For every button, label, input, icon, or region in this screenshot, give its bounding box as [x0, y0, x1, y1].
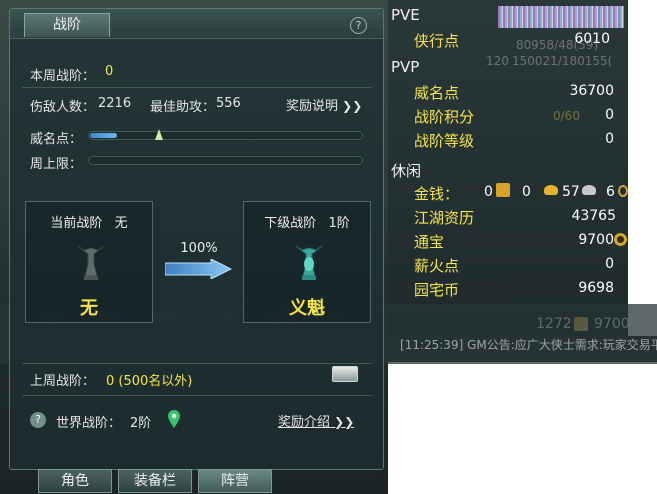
battle-rank-panel: 战阶 ? 本周战阶： 0 伤敌人数： 2216 最佳助攻： 556 奖励说明 ❯…: [9, 8, 384, 470]
next-rank-heading: 下级战阶 1阶: [244, 212, 370, 231]
chevron-right-icon: ❯❯: [342, 99, 363, 113]
divider: [22, 395, 372, 396]
current-rank-heading: 当前战阶 无: [26, 212, 152, 231]
fame-progress-fill: [90, 133, 117, 138]
help-icon[interactable]: ?: [350, 17, 367, 34]
screen-edge-blank-bottom: [388, 362, 657, 494]
stat-key-rank-score: 战阶积分: [414, 108, 475, 126]
stat-value-tongbao: 9700: [578, 232, 614, 248]
trophy-icon-grey: [77, 245, 105, 280]
weekly-cap-progress-bar: [88, 156, 363, 165]
money-value-1: 0: [484, 184, 493, 200]
stat-value-yuanzhai: 9698: [578, 280, 614, 296]
current-rank-level: 无: [114, 216, 128, 231]
reward-explanation-label: 奖励说明: [286, 99, 339, 114]
stat-value-xinhuo: 0: [605, 256, 614, 272]
weekly-rank-value: 0: [105, 64, 114, 79]
stat-key-rank-level: 战阶等级: [414, 132, 475, 150]
stat-key-jianghu: 江湖资历: [414, 209, 475, 227]
stat-key-yuanzhai: 园宅币: [414, 281, 460, 299]
screen-edge-blank: [628, 0, 657, 336]
weekly-rank-label: 本周战阶：: [30, 69, 96, 84]
reward-intro-link[interactable]: 奖励介绍 ❯❯: [278, 411, 354, 431]
best-assist-value: 556: [216, 96, 241, 111]
next-rank-name: 义魁: [289, 298, 325, 319]
world-rank-help-icon[interactable]: ?: [30, 412, 46, 428]
tab-battle-rank[interactable]: 战阶: [24, 13, 110, 37]
divider: [22, 87, 372, 88]
stat-value-rank-level: 0: [605, 131, 614, 147]
current-rank-card: 当前战阶 无 无: [25, 201, 153, 323]
equipment-button[interactable]: 装备栏: [118, 469, 192, 493]
fame-marker-icon: [155, 129, 163, 140]
last-week-rank-value: 0 (500名以外): [106, 374, 193, 389]
section-pvp-title: PVP: [391, 58, 420, 76]
damage-count-value: 2216: [98, 96, 132, 111]
current-rank-label: 当前战阶: [50, 216, 103, 231]
stat-value-jianghu: 43765: [571, 208, 616, 224]
best-assist-label: 最佳助攻：: [150, 100, 216, 115]
world-rank-value: 2阶: [130, 416, 152, 431]
colorful-health-bar-decoration: [498, 6, 624, 28]
copper-coin-icon: [618, 185, 628, 197]
progress-arrow: 100%: [161, 241, 237, 283]
next-rank-label: 下级战阶: [264, 216, 317, 231]
location-pin-icon: [168, 410, 180, 428]
stat-key-tongbao: 通宝: [414, 233, 445, 251]
faded-score: 0/60: [553, 109, 580, 123]
tongbao-coin-icon: [614, 233, 627, 246]
stat-key-fame: 威名点: [414, 84, 460, 102]
character-button[interactable]: 角色: [38, 469, 112, 493]
arrow-right-icon: [165, 259, 233, 279]
current-rank-name: 无: [80, 298, 98, 319]
faded-stat-numbers-2: 150021/180155(: [512, 54, 613, 68]
last-week-rank-label: 上周战阶：: [30, 374, 96, 389]
stat-key-money: 金钱：: [414, 185, 460, 203]
money-value-3: 57: [562, 184, 580, 200]
stat-value-rank-score: 0: [605, 107, 614, 123]
stat-key-xinhuo: 薪火点: [414, 257, 460, 275]
section-leisure-title: 休闲: [391, 162, 422, 180]
section-pve-title: PVE: [391, 6, 420, 24]
treasure-chest-icon[interactable]: [332, 366, 358, 382]
stat-value-fame: 36700: [569, 83, 614, 99]
reward-intro-label: 奖励介绍: [278, 415, 331, 430]
world-rank-label: 世界战阶：: [56, 416, 122, 431]
damage-count-label: 伤敌人数：: [30, 100, 96, 115]
next-rank-level: 1阶: [328, 216, 350, 231]
stat-value-xiaxing: 6010: [574, 31, 610, 47]
progress-percent: 100%: [180, 241, 218, 256]
stat-key-xiaxing: 侠行点: [414, 32, 460, 50]
trophy-icon-teal: [295, 245, 323, 280]
weekly-cap-label: 周上限：: [30, 157, 83, 172]
fame-label: 威名点：: [30, 132, 83, 147]
gold-coin-icon: [544, 185, 558, 195]
money-value-4: 6: [606, 184, 615, 200]
fame-progress-bar: [88, 129, 363, 140]
reward-explanation-link[interactable]: 奖励说明 ❯❯: [286, 95, 362, 115]
currency-stats-panel: 80958/48(59) 120 150021/180155( PVE 侠行点 …: [388, 0, 630, 336]
next-rank-card: 下级战阶 1阶 义魁: [243, 201, 371, 323]
silver-coin-icon: [582, 185, 596, 195]
faded-level-badge: 120: [486, 54, 509, 68]
chat-line: [11:25:39] GM公告:应广大侠士需求:玩家交易平台: [400, 338, 657, 352]
money-value-2: 0: [522, 184, 531, 200]
chevron-right-icon: ❯❯: [334, 415, 355, 429]
divider: [22, 363, 372, 364]
gold-ingot-icon: [496, 183, 510, 197]
faction-button[interactable]: 阵营: [198, 469, 272, 493]
